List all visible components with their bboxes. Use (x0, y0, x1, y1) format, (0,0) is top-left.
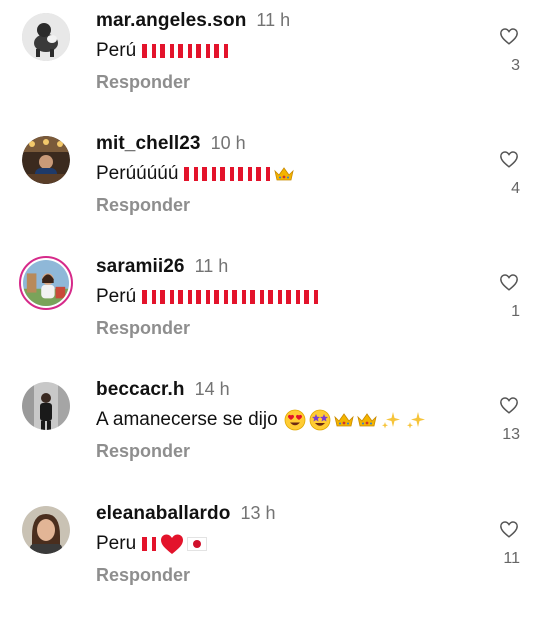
comment-item: beccacr.h 14 h A amanecerse se dijo Resp… (0, 369, 542, 489)
like-count: 13 (502, 426, 520, 443)
like-heart-icon[interactable] (499, 273, 519, 291)
emoji-group (184, 166, 297, 182)
avatar[interactable] (22, 382, 70, 430)
timestamp: 13 h (240, 503, 276, 523)
emoji-group (142, 533, 210, 555)
red-heart-icon (161, 534, 184, 554)
avatar[interactable] (22, 136, 70, 184)
like-heart-icon[interactable] (499, 520, 519, 538)
flag-peru-icon (214, 44, 229, 58)
crown-icon (356, 413, 377, 427)
comment-text: Perú (96, 37, 232, 65)
reply-button[interactable]: Responder (96, 195, 190, 216)
flag-peru-icon (238, 167, 253, 181)
comment-header: mit_chell23 10 h (96, 133, 246, 159)
comment-item: mar.angeles.son 11 h Perú Responder 3 (0, 0, 542, 120)
username[interactable]: mit_chell23 (96, 133, 201, 154)
reply-button[interactable]: Responder (96, 318, 190, 339)
woman-outdoor-avatar-icon (23, 260, 69, 306)
like-heart-icon[interactable] (499, 27, 519, 45)
flag-peru-icon (178, 290, 193, 304)
flag-peru-icon (268, 290, 283, 304)
flag-peru-icon (202, 167, 217, 181)
crown-icon (274, 167, 295, 181)
flag-japan-icon (187, 537, 208, 551)
comment-text: Perú (96, 283, 322, 311)
like-count: 3 (511, 57, 520, 74)
avatar[interactable] (22, 13, 70, 61)
sparkles-icon (406, 412, 425, 429)
like-count: 1 (511, 303, 520, 320)
heart-eyes-icon (284, 409, 306, 431)
flag-peru-icon (250, 290, 265, 304)
username[interactable]: mar.angeles.son (96, 10, 246, 31)
emoji-group (142, 44, 232, 58)
crown-icon (333, 413, 354, 427)
username[interactable]: beccacr.h (96, 379, 185, 400)
street-avatar-icon (22, 382, 70, 430)
timestamp: 14 h (194, 379, 230, 399)
avatar-with-story-ring[interactable] (19, 256, 73, 310)
flag-peru-icon (196, 290, 211, 304)
flag-peru-icon (304, 290, 319, 304)
comment-item: eleanaballardo 13 h Peru Responder 11 (0, 493, 542, 613)
emoji-group (284, 409, 430, 431)
flag-peru-icon (160, 44, 175, 58)
reply-button[interactable]: Responder (96, 72, 190, 93)
timestamp: 11 h (194, 256, 229, 276)
comment-header: eleanaballardo 13 h (96, 503, 276, 529)
comment-text: A amanecerse se dijo (96, 406, 430, 434)
flag-peru-icon (142, 290, 157, 304)
timestamp: 11 h (256, 10, 291, 30)
emoji-group (142, 290, 322, 304)
like-heart-icon[interactable] (499, 150, 519, 168)
comment-text: Peru (96, 530, 210, 558)
username[interactable]: eleanaballardo (96, 503, 230, 524)
comment-body: Perú (96, 286, 137, 307)
username[interactable]: saramii26 (96, 256, 185, 277)
star-struck-icon (309, 409, 331, 431)
comment-header: beccacr.h 14 h (96, 379, 230, 405)
dog-avatar-icon (22, 13, 70, 61)
comment-header: mar.angeles.son 11 h (96, 10, 290, 36)
flag-peru-icon (142, 44, 157, 58)
like-heart-icon[interactable] (499, 396, 519, 414)
comment-body: Peru (96, 533, 137, 554)
comment-body: Perúúúúú (96, 163, 179, 184)
flag-peru-icon (214, 290, 229, 304)
flag-peru-icon (178, 44, 193, 58)
like-count: 11 (503, 550, 520, 567)
flag-peru-icon (220, 167, 235, 181)
comment-item: mit_chell23 10 h Perúúúúú Responder 4 (0, 123, 542, 243)
flag-peru-icon (142, 537, 157, 551)
comment-item: saramii26 11 h Perú Responder 1 (0, 246, 542, 366)
flag-peru-icon (196, 44, 211, 58)
restaurant-avatar-icon (22, 136, 70, 184)
comment-text: Perúúúúú (96, 160, 297, 188)
reply-button[interactable]: Responder (96, 441, 190, 462)
flag-peru-icon (286, 290, 301, 304)
woman-portrait-avatar-icon (22, 506, 70, 554)
reply-button[interactable]: Responder (96, 565, 190, 586)
comment-body: A amanecerse se dijo (96, 409, 278, 430)
sparkles-icon (381, 412, 400, 429)
flag-peru-icon (160, 290, 175, 304)
flag-peru-icon (256, 167, 271, 181)
like-count: 4 (511, 180, 520, 197)
timestamp: 10 h (210, 133, 246, 153)
comment-body: Perú (96, 40, 137, 61)
flag-peru-icon (232, 290, 247, 304)
flag-peru-icon (184, 167, 199, 181)
avatar[interactable] (22, 506, 70, 554)
comment-header: saramii26 11 h (96, 256, 228, 282)
